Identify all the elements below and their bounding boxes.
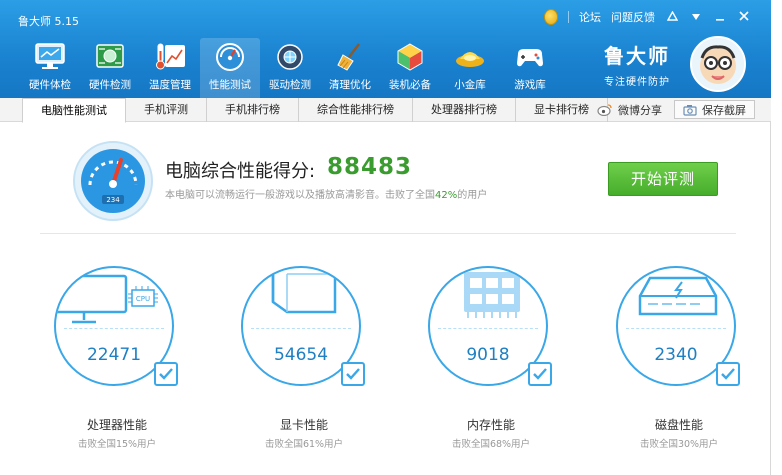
cpu-card[interactable]: CPU 22471 处理器性能 击败全国15%用户 xyxy=(32,266,202,456)
cpu-percentile: 击败全国15%用户 xyxy=(77,439,157,450)
nav-label: 硬件检测 xyxy=(89,79,131,91)
sub-tab-bar: 电脑性能测试 手机评测 手机排行榜 综合性能排行榜 处理器排行榜 显卡排行榜 微… xyxy=(0,98,771,123)
memory-card[interactable]: 9018 内存性能 击败全国68%用户 xyxy=(406,266,576,456)
thermometer-chart-icon xyxy=(156,43,185,70)
mascot-avatar[interactable] xyxy=(690,36,746,92)
nav-item-cleanup[interactable]: 清理优化 xyxy=(320,38,380,98)
close-icon[interactable] xyxy=(737,10,751,24)
ring-divider xyxy=(251,328,351,329)
nav-item-temperature[interactable]: 温度管理 xyxy=(140,38,200,98)
save-label: 保存截屏 xyxy=(702,103,746,117)
main-nav: 硬件体检 硬件检测 温度管理 性能测试 驱动检测 清理优化 装机必备 小金库 游… xyxy=(20,38,560,98)
skin-icon[interactable] xyxy=(665,10,679,24)
score-label: 电脑综合性能得分: xyxy=(165,161,316,182)
camera-icon xyxy=(683,104,697,116)
score-value: 88483 xyxy=(327,154,413,180)
nav-item-hardware-detect[interactable]: 硬件检测 xyxy=(80,38,140,98)
nav-item-hardware-checkup[interactable]: 硬件体检 xyxy=(20,38,80,98)
ring-divider xyxy=(64,328,164,329)
memory-percentile: 击败全国68%用户 xyxy=(451,439,531,450)
disk-checkbox[interactable] xyxy=(716,362,740,386)
section-divider xyxy=(40,233,736,234)
nav-label: 温度管理 xyxy=(149,79,191,91)
nav-item-games[interactable]: 游戏库 xyxy=(500,38,560,98)
separator xyxy=(568,11,569,23)
score-desc-suffix: 的用户 xyxy=(457,190,488,201)
cpu-checkbox[interactable] xyxy=(154,362,178,386)
disk-card[interactable]: 2340 磁盘性能 击败全国30%用户 xyxy=(594,266,764,456)
brand-name: 鲁大师 xyxy=(604,44,670,68)
gauge-reading: 234 xyxy=(106,196,120,204)
score-desc-prefix: 本电脑可以流畅运行一般游戏以及播放高清影音。击败了全国 xyxy=(165,190,435,201)
nav-item-performance-test[interactable]: 性能测试 xyxy=(200,38,260,98)
minimize-icon[interactable] xyxy=(713,10,727,24)
ring-divider xyxy=(626,328,726,329)
tab-cpu-ranking[interactable]: 处理器排行榜 xyxy=(413,98,516,122)
weibo-icon xyxy=(597,104,612,116)
start-test-button[interactable]: 开始评测 xyxy=(608,162,718,196)
save-screenshot-button[interactable]: 保存截屏 xyxy=(674,100,755,119)
gpu-card[interactable]: 54654 显卡性能 击败全国61%用户 xyxy=(219,266,389,456)
nav-label: 硬件体检 xyxy=(29,79,71,91)
performance-gauge-icon: 234 xyxy=(73,141,153,221)
nav-label: 游戏库 xyxy=(514,79,546,91)
gpu-title: 显卡性能 xyxy=(279,418,328,432)
disk-percentile: 击败全国30%用户 xyxy=(639,439,719,450)
sub-tabs: 电脑性能测试 手机评测 手机排行榜 综合性能排行榜 处理器排行榜 显卡排行榜 xyxy=(22,98,608,123)
app-title: 鲁大师 5.15 xyxy=(18,15,79,28)
checkmark-icon xyxy=(159,368,173,380)
sub-actions: 微博分享 保存截屏 xyxy=(597,100,755,119)
ring-divider xyxy=(438,328,538,329)
cpu-chip-label: CPU xyxy=(136,295,150,303)
tab-phone-ranking[interactable]: 手机排行榜 xyxy=(207,98,299,122)
speedometer-icon xyxy=(216,43,244,71)
nav-label: 驱动检测 xyxy=(269,79,311,91)
gear-shield-icon xyxy=(277,44,303,70)
broom-icon xyxy=(337,43,360,71)
checkmark-icon xyxy=(346,368,360,380)
window-edge xyxy=(771,0,782,475)
tab-phone-review[interactable]: 手机评测 xyxy=(126,98,207,122)
weibo-share-button[interactable]: 微博分享 xyxy=(597,102,662,118)
nav-label: 装机必备 xyxy=(389,79,431,91)
score-percentile: 42% xyxy=(435,190,458,201)
nav-label: 性能测试 xyxy=(209,79,251,91)
share-label: 微博分享 xyxy=(618,103,662,117)
gpu-percentile: 击败全国61%用户 xyxy=(264,439,344,450)
score-description: 本电脑可以流畅运行一般游戏以及播放高清影音。击败了全国42%的用户 xyxy=(165,186,487,201)
nav-label: 清理优化 xyxy=(329,79,371,91)
brand-subtitle: 专注硬件防护 xyxy=(604,77,670,88)
gold-ingot-icon xyxy=(456,52,484,67)
nav-item-driver-detect[interactable]: 驱动检测 xyxy=(260,38,320,98)
memory-checkbox[interactable] xyxy=(528,362,552,386)
brand-block: 鲁大师 专注硬件防护 xyxy=(604,40,670,88)
main-window: 鲁大师 5.15 论坛 问题反馈 硬件体检 硬件检测 温度管理 性能测试 驱动检… xyxy=(0,0,771,475)
feedback-link[interactable]: 问题反馈 xyxy=(611,9,655,25)
circuit-board-icon xyxy=(96,44,124,68)
menu-dropdown-icon[interactable] xyxy=(689,10,703,24)
nav-item-vault[interactable]: 小金库 xyxy=(440,38,500,98)
gamepad-icon xyxy=(517,49,543,67)
nav-item-essentials[interactable]: 装机必备 xyxy=(380,38,440,98)
tab-pc-performance[interactable]: 电脑性能测试 xyxy=(22,98,126,123)
top-right-controls: 论坛 问题反馈 xyxy=(544,9,751,25)
monitor-icon xyxy=(35,43,65,69)
medal-icon[interactable] xyxy=(544,9,558,25)
tab-overall-ranking[interactable]: 综合性能排行榜 xyxy=(299,98,413,122)
gpu-checkbox[interactable] xyxy=(341,362,365,386)
disk-title: 磁盘性能 xyxy=(654,418,703,432)
tab-gpu-ranking[interactable]: 显卡排行榜 xyxy=(516,98,608,122)
cube-icon xyxy=(397,43,423,71)
nav-label: 小金库 xyxy=(454,79,486,91)
checkmark-icon xyxy=(533,368,547,380)
memory-title: 内存性能 xyxy=(466,418,515,432)
checkmark-icon xyxy=(721,368,735,380)
forum-link[interactable]: 论坛 xyxy=(579,9,601,25)
header-bar: 鲁大师 5.15 论坛 问题反馈 硬件体检 硬件检测 温度管理 性能测试 驱动检… xyxy=(0,0,771,98)
cpu-title: 处理器性能 xyxy=(86,418,147,432)
